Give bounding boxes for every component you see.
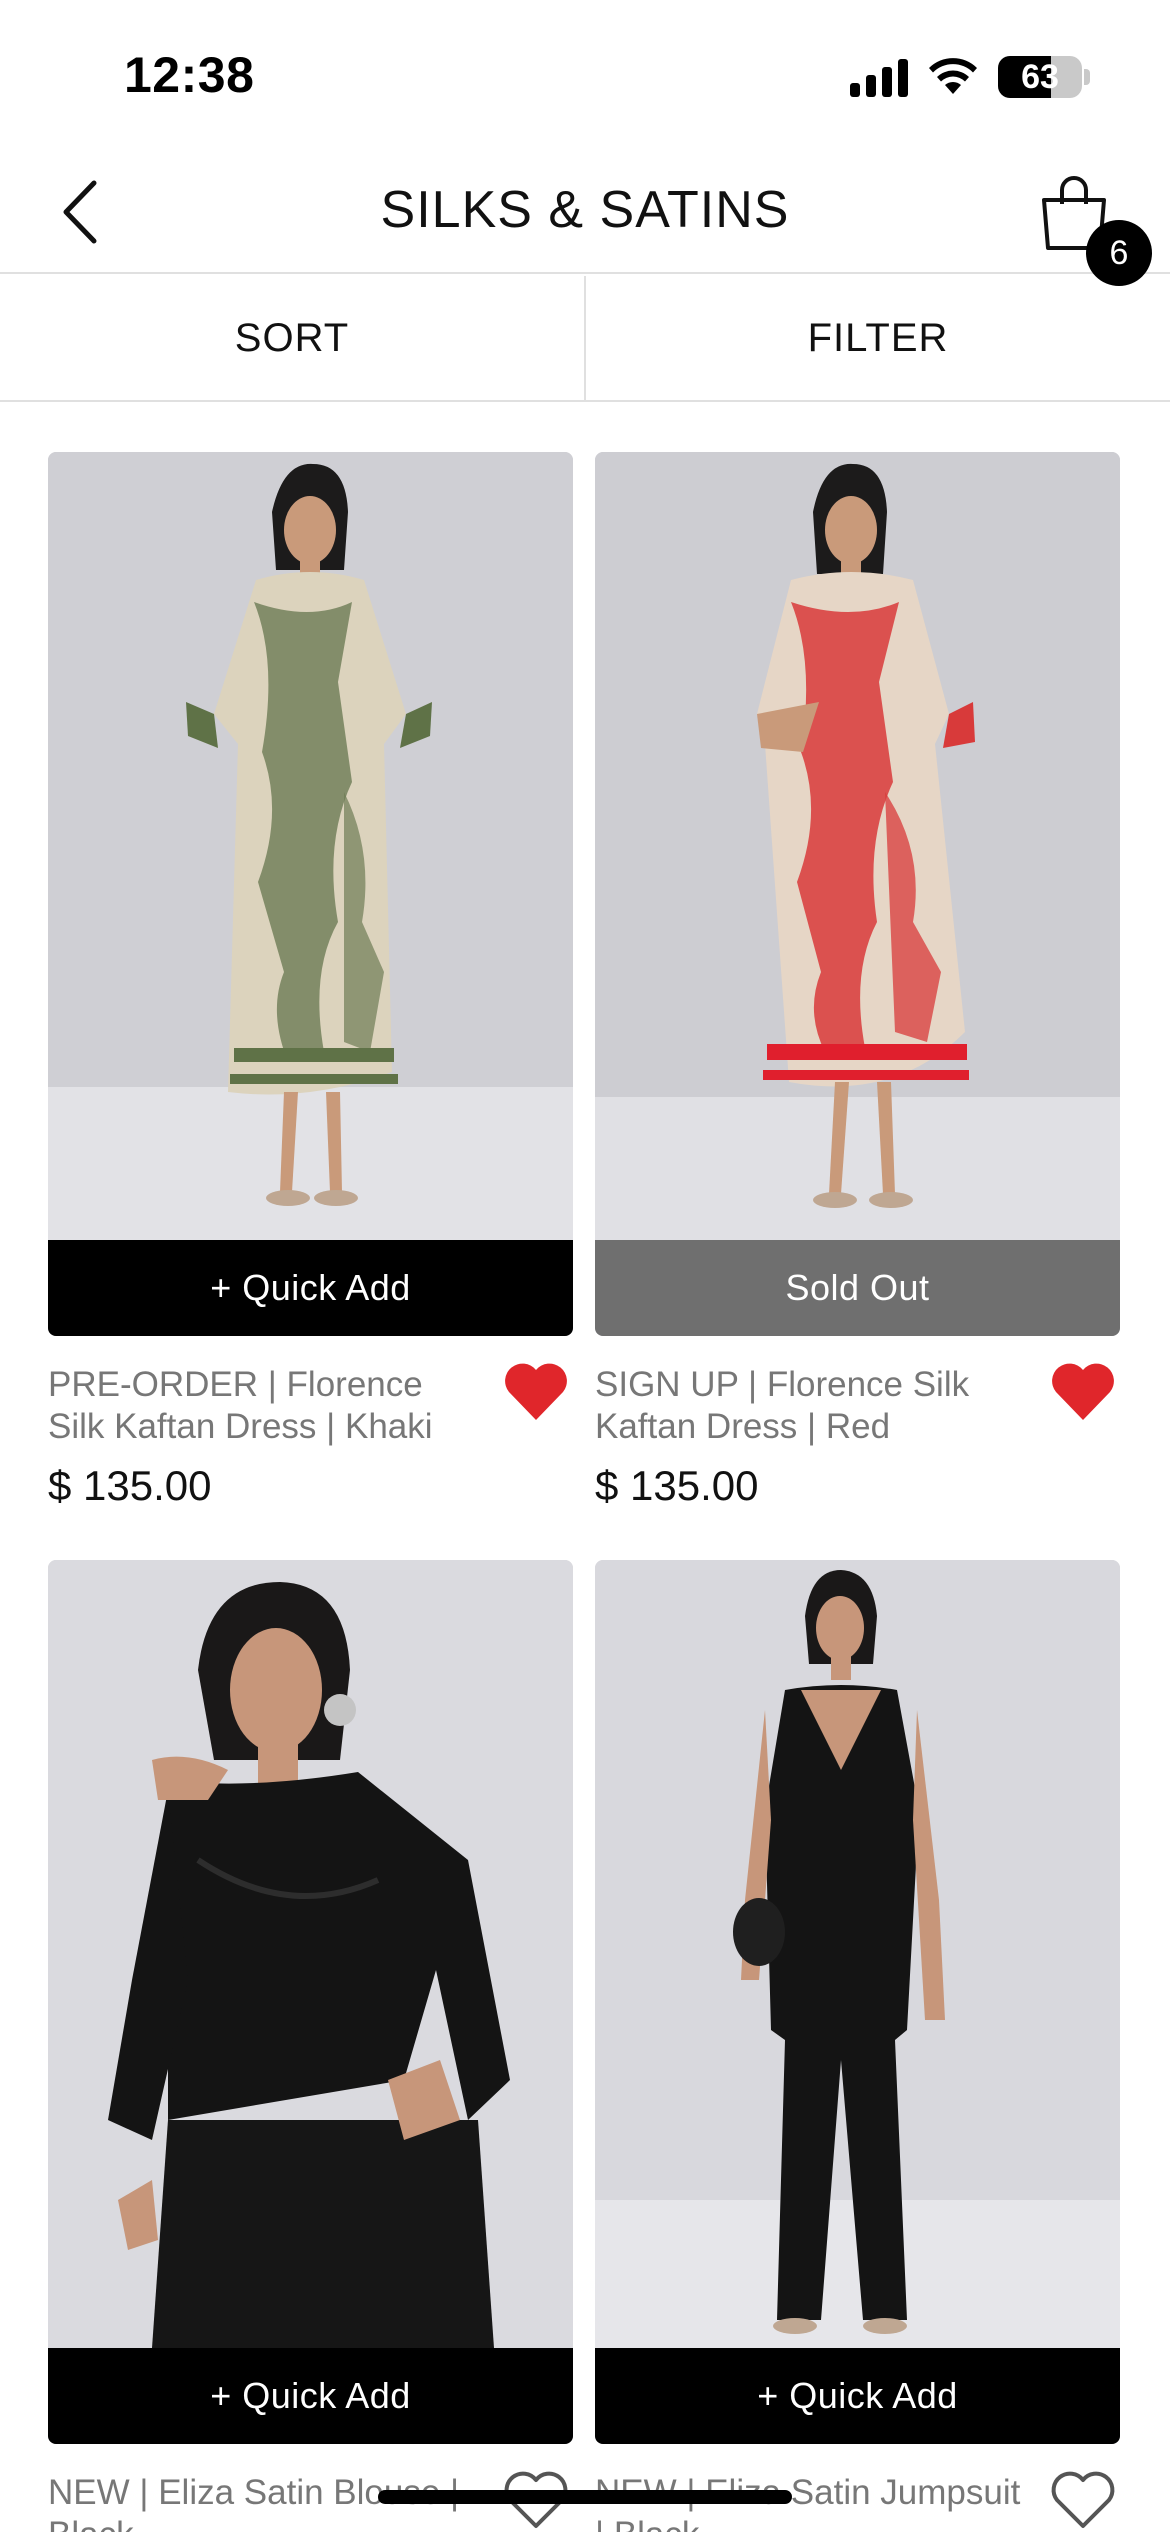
status-time: 12:38 (124, 47, 255, 103)
product-price: $ 135.00 (595, 1462, 759, 1509)
sold-out-button[interactable]: Sold Out (595, 1240, 1120, 1336)
product-image[interactable] (48, 452, 573, 1240)
status-icons: 63 (850, 52, 1090, 102)
product-price: $ 135.00 (48, 1462, 212, 1509)
quick-add-button[interactable]: + Quick Add (595, 2348, 1120, 2444)
product-card[interactable]: + Quick Add NEW | Eliza Satin Blouse | B… (48, 1560, 573, 2532)
app-header: SILKS & SATINS 6 (0, 150, 1170, 286)
heart-filled-icon[interactable] (1048, 1360, 1118, 1424)
battery-percent: 63 (1021, 57, 1059, 96)
sort-filter-bar: SORT FILTER (0, 276, 1170, 402)
product-image[interactable] (595, 1560, 1120, 2348)
product-grid: + Quick Add PRE-ORDER | Florence Silk Ka… (48, 452, 1120, 2532)
filter-button[interactable]: FILTER (584, 276, 1170, 400)
cellular-signal-icon (850, 57, 908, 97)
home-indicator (378, 2490, 792, 2504)
heart-filled-icon[interactable] (501, 1360, 571, 1424)
page-title: SILKS & SATINS (380, 181, 790, 239)
product-media: + Quick Add (48, 1560, 573, 2444)
product-image[interactable] (48, 1560, 573, 2348)
battery-cap (1084, 69, 1090, 85)
product-media: + Quick Add (48, 452, 573, 1336)
product-name[interactable]: SIGN UP | Florence Silk Kaftan Dress | R… (595, 1364, 1035, 1448)
product-info: PRE-ORDER | Florence Silk Kaftan Dress |… (48, 1336, 573, 1510)
product-card[interactable]: + Quick Add NEW | Eliza Satin Jumpsuit |… (595, 1560, 1120, 2532)
status-bar: 12:38 63 (0, 0, 1170, 150)
heart-outline-icon[interactable] (1048, 2468, 1118, 2532)
product-image[interactable] (595, 452, 1120, 1240)
product-name[interactable]: PRE-ORDER | Florence Silk Kaftan Dress |… (48, 1364, 488, 1448)
quick-add-button[interactable]: + Quick Add (48, 1240, 573, 1336)
wifi-icon (929, 58, 977, 94)
product-media: + Quick Add (595, 1560, 1120, 2444)
quick-add-button[interactable]: + Quick Add (48, 2348, 573, 2444)
sort-button[interactable]: SORT (0, 276, 584, 400)
product-card[interactable]: Sold Out SIGN UP | Florence Silk Kaftan … (595, 452, 1120, 1514)
product-info: SIGN UP | Florence Silk Kaftan Dress | R… (595, 1336, 1120, 1510)
battery-icon: 63 (998, 56, 1082, 98)
cart-button[interactable]: 6 (1030, 170, 1152, 286)
product-media: Sold Out (595, 452, 1120, 1336)
product-card[interactable]: + Quick Add PRE-ORDER | Florence Silk Ka… (48, 452, 573, 1514)
product-info: NEW | Eliza Satin Blouse | Black (48, 2444, 573, 2532)
product-info: NEW | Eliza Satin Jumpsuit | Black (595, 2444, 1120, 2532)
